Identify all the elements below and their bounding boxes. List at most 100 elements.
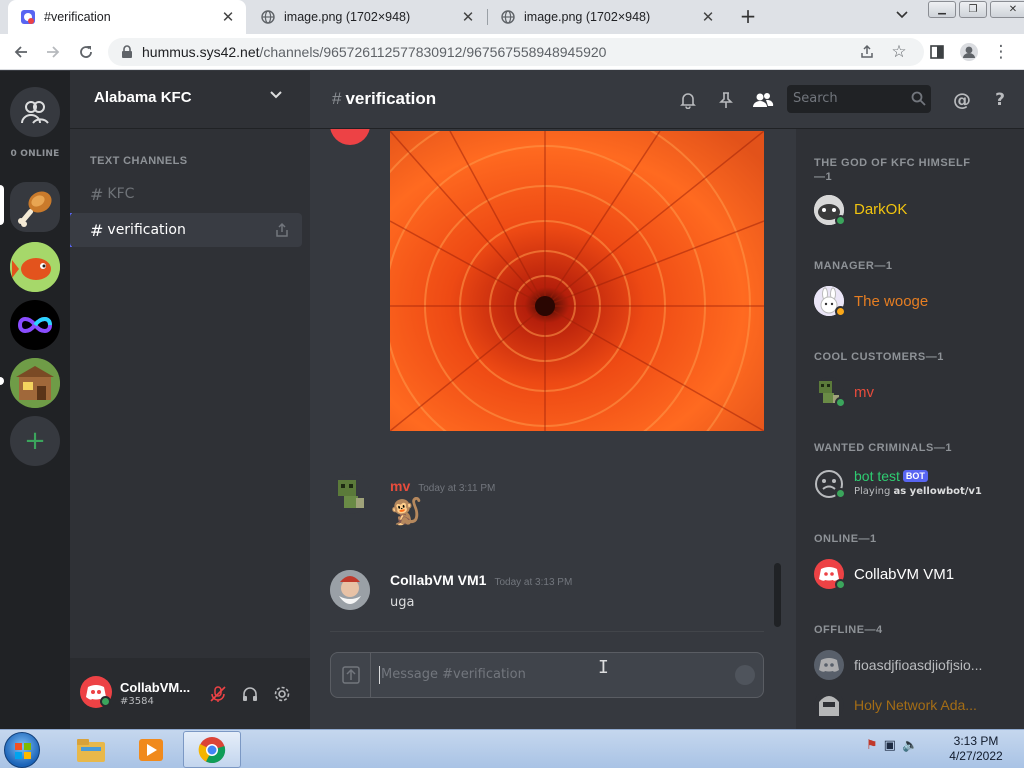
browser-tab-image-1[interactable]: image.png (1702×948) ✕: [248, 0, 486, 34]
message-timestamp: Today at 3:13 PM: [494, 577, 573, 588]
message-timestamp: Today at 3:11 PM: [418, 483, 496, 494]
server-icon-alabama-kfc[interactable]: [10, 182, 60, 232]
server-icon-shop[interactable]: [10, 358, 60, 408]
santa-avatar-icon: [330, 570, 370, 610]
avatar[interactable]: [330, 570, 370, 610]
headphones-icon: [243, 687, 257, 701]
deafen-button[interactable]: [234, 678, 266, 710]
user-discriminator: #3584: [120, 696, 154, 707]
bookmark-star-icon[interactable]: ☆: [888, 41, 910, 63]
minimize-button[interactable]: ▁: [928, 1, 956, 18]
help-icon[interactable]: ?: [989, 89, 1011, 111]
tab-search-chevron-icon[interactable]: [896, 8, 908, 22]
channel-sidebar: Alabama KFC TEXT CHANNELS # KFC # verifi…: [70, 71, 310, 729]
close-window-button[interactable]: ✕: [990, 1, 1024, 18]
message-composer[interactable]: Message #verification: [330, 652, 764, 698]
tab-close-icon[interactable]: ✕: [218, 8, 238, 26]
status-online-dot: [835, 579, 846, 590]
back-arrow-icon[interactable]: [10, 41, 32, 63]
server-icon-fish[interactable]: [10, 242, 60, 292]
tab-close-icon[interactable]: ✕: [698, 8, 718, 26]
user-settings-button[interactable]: [266, 678, 298, 710]
reload-icon[interactable]: [75, 41, 97, 63]
channel-item-kfc[interactable]: # KFC: [70, 177, 302, 211]
member-name[interactable]: mv: [854, 384, 874, 401]
member-name[interactable]: The wooge: [854, 293, 928, 310]
category-text-channels[interactable]: TEXT CHANNELS: [90, 155, 187, 167]
lock-icon[interactable]: [116, 41, 138, 63]
address-bar[interactable]: hummus.sys42.net/channels/96572611257783…: [108, 38, 924, 66]
start-button[interactable]: [4, 732, 40, 768]
share-icon[interactable]: [856, 41, 878, 63]
notification-bell-icon[interactable]: [677, 89, 699, 111]
avatar[interactable]: [80, 676, 112, 708]
text-caret: [379, 666, 380, 684]
invite-icon[interactable]: [274, 222, 290, 242]
tab-close-icon[interactable]: ✕: [458, 8, 478, 26]
shop-building-icon: [10, 358, 60, 408]
volume-icon[interactable]: 🔈: [902, 738, 918, 753]
composer-divider: [330, 631, 764, 632]
avatar[interactable]: [814, 690, 844, 720]
side-panel-icon[interactable]: [926, 41, 948, 63]
member-activity: Playing as yellowbot/v1: [854, 486, 982, 497]
user-panel: CollabVM... #3584: [70, 658, 310, 729]
windows-taskbar: ⚑ ▣ 🔈 3:13 PM 4/27/2022: [0, 729, 1024, 768]
tab-title: image.png (1702×948): [284, 10, 411, 24]
mentions-icon[interactable]: @: [951, 89, 973, 111]
channel-header: # verification Search @ ?: [310, 71, 1024, 129]
member-name[interactable]: bot test BOT: [854, 468, 928, 484]
forward-arrow-icon[interactable]: [42, 41, 64, 63]
emoji-picker-icon[interactable]: [735, 665, 755, 685]
maximize-button[interactable]: ❐: [959, 1, 987, 18]
role-header: MANAGER—1: [814, 260, 893, 272]
chicken-drumstick-icon: [18, 191, 52, 227]
action-center-flag-icon[interactable]: ⚑: [866, 738, 878, 753]
member-name[interactable]: Holy Network Ada...: [854, 697, 977, 713]
browser-menu-icon[interactable]: ⋮: [990, 41, 1012, 63]
avatar[interactable]: [330, 129, 370, 145]
message-scrollbar[interactable]: [774, 563, 781, 627]
member-name[interactable]: CollabVM VM1: [854, 566, 954, 583]
taskbar-clock[interactable]: 3:13 PM 4/27/2022: [938, 734, 1014, 764]
member-name[interactable]: fioasdjfioasdjiofjsio...: [854, 657, 982, 673]
username: CollabVM...: [120, 680, 191, 695]
selected-server-indicator: [0, 185, 4, 225]
role-header: THE GOD OF KFC HIMSELF —1: [814, 157, 971, 183]
network-icon[interactable]: ▣: [884, 738, 896, 753]
search-input[interactable]: Search: [787, 85, 931, 113]
member-list: THE GOD OF KFC HIMSELF —1 DarkOK MANAGER…: [796, 129, 1024, 729]
message-content: uga: [390, 595, 415, 610]
message-author[interactable]: CollabVM VM1 Today at 3:13 PM: [390, 572, 572, 588]
gear-icon: [274, 686, 290, 702]
window-controls: ▁ ❐ ✕: [928, 1, 1024, 18]
composer-placeholder: Message #verification: [381, 667, 526, 682]
avatar[interactable]: [330, 474, 370, 514]
upload-button[interactable]: [331, 653, 371, 697]
browser-tab-verification[interactable]: #verification ✕: [8, 0, 246, 34]
clock-time: 3:13 PM: [953, 734, 999, 748]
member-name[interactable]: DarkOK: [854, 201, 907, 218]
profile-avatar-icon[interactable]: [958, 41, 980, 63]
member-list-icon[interactable]: [752, 89, 774, 111]
creeper-avatar-icon: [338, 480, 364, 508]
add-server-button[interactable]: +: [10, 416, 60, 466]
avatar[interactable]: [814, 650, 844, 680]
discord-logo-icon: [819, 658, 839, 672]
new-tab-button[interactable]: +: [737, 4, 759, 28]
hash-icon: #: [90, 184, 104, 204]
taskbar-explorer[interactable]: [62, 731, 120, 768]
mute-button[interactable]: [202, 678, 234, 710]
url-text[interactable]: hummus.sys42.net/channels/96572611257783…: [142, 44, 606, 60]
taskbar-media-player[interactable]: [122, 731, 180, 768]
channel-item-verification[interactable]: # verification: [70, 213, 302, 247]
pinned-messages-icon[interactable]: [715, 89, 737, 111]
direct-messages-button[interactable]: [10, 87, 60, 137]
browser-tab-image-2[interactable]: image.png (1702×948) ✕: [488, 0, 726, 34]
taskbar-chrome[interactable]: [183, 731, 241, 768]
server-header[interactable]: Alabama KFC: [70, 71, 310, 129]
channel-label: KFC: [107, 186, 135, 202]
server-icon-infinity[interactable]: [10, 300, 60, 350]
message-image-attachment[interactable]: [390, 131, 764, 431]
message-author[interactable]: mv Today at 3:11 PM: [390, 478, 495, 494]
